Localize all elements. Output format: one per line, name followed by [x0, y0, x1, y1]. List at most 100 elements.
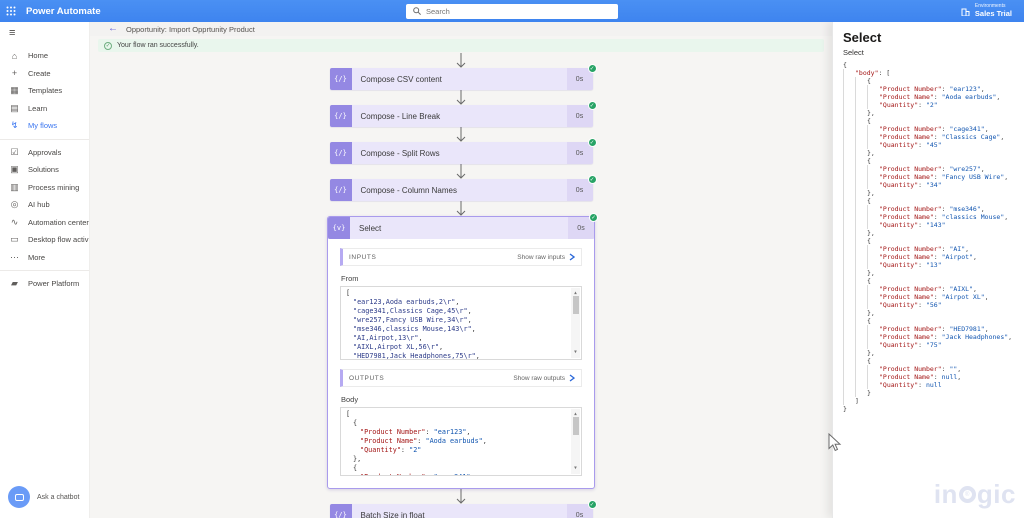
ask-chatbot-button[interactable]: Ask a chatbot — [8, 486, 79, 508]
sidebar-item-desktop-flow-activity[interactable]: ▭ Desktop flow activity — [0, 231, 89, 249]
inogic-watermark: in®gic — [934, 479, 1016, 510]
select-action-header[interactable]: {v} Select 0s ✓ — [328, 217, 594, 239]
flow-connector-arrow-icon — [455, 53, 467, 68]
sidebar-item-label: Create — [28, 69, 51, 78]
environment-icon — [961, 7, 970, 16]
select-action-icon: {v} — [328, 217, 350, 239]
process-mining-icon: ▥ — [9, 182, 20, 193]
sidebar-item-label: Templates — [28, 86, 62, 95]
flow-node-batch-size-in-float[interactable]: {/}Batch Size in float0s✓ — [330, 504, 593, 518]
sidebar-item-ai-hub[interactable]: ◎ AI hub — [0, 196, 89, 214]
flow-diagram: {/}Compose CSV content0s✓{/}Compose - Li… — [90, 53, 832, 518]
sidebar-item-label: Desktop flow activity — [28, 235, 89, 244]
body-field-label: Body — [341, 395, 582, 404]
flow-node-title: Compose - Split Rows — [352, 142, 567, 164]
select-action-card[interactable]: {v} Select 0s ✓ INPUTS Show raw inputs — [327, 216, 595, 489]
flow-connector-arrow-icon — [455, 90, 467, 105]
flow-header: ← Opportunity: Import Opprtunity Product — [90, 22, 832, 36]
sidebar-item-more[interactable]: ⋯More — [0, 249, 89, 267]
chatbot-label: Ask a chatbot — [37, 494, 79, 501]
flow-node-compose-csv-content[interactable]: {/}Compose CSV content0s✓ — [330, 68, 593, 90]
success-badge-icon: ✓ — [589, 213, 598, 222]
power-automate-app: { "topbar": { "app_title": "Power Automa… — [0, 0, 1024, 518]
sidebar-item-label: Process mining — [28, 183, 79, 192]
inputs-section-header: INPUTS Show raw inputs — [340, 248, 582, 266]
chevron-right-icon — [569, 253, 575, 261]
flow-node-compose-column-names[interactable]: {/}Compose - Column Names0s✓ — [330, 179, 593, 201]
sidebar-item-learn[interactable]: ▤ Learn — [0, 100, 89, 118]
search-input[interactable]: Search — [406, 4, 618, 19]
outputs-scrollbar[interactable]: ▲▼ — [571, 409, 580, 474]
success-badge-icon: ✓ — [588, 175, 597, 184]
sidebar-item-my-flows[interactable]: ↯ My flows — [0, 117, 89, 135]
sidebar-item-templates[interactable]: ▦ Templates — [0, 82, 89, 100]
success-badge-icon: ✓ — [588, 500, 597, 509]
success-badge-icon: ✓ — [588, 138, 597, 147]
panel-sublabel: Select — [843, 48, 1024, 57]
back-arrow-icon[interactable]: ← — [108, 24, 118, 34]
flow-node-compose-line-break[interactable]: {/}Compose - Line Break0s✓ — [330, 105, 593, 127]
success-banner-text: Your flow ran successfully. — [117, 42, 199, 49]
flow-node-title: Batch Size in float — [352, 504, 567, 518]
flow-connector-arrow-icon — [455, 127, 467, 142]
flow-node-compose-split-rows[interactable]: {/}Compose - Split Rows0s✓ — [330, 142, 593, 164]
flow-connector-arrow-icon — [455, 201, 467, 216]
flow-canvas: ← Opportunity: Import Opprtunity Product… — [90, 22, 832, 518]
from-field-label: From — [341, 274, 582, 283]
left-sidebar: ≡ ⌂Home + Create ▦ Templates ▤ Learn ↯ My flows ☑… — [0, 22, 90, 518]
success-check-icon: ✓ — [104, 42, 112, 50]
outputs-label: OUTPUTS — [349, 375, 384, 382]
show-raw-outputs-link[interactable]: Show raw outputs — [513, 374, 575, 382]
sidebar-item-automation-center-previe[interactable]: ∿Automation center (previe... — [0, 214, 89, 232]
sidebar-item-label: My flows — [28, 121, 57, 130]
sidebar-item-solutions[interactable]: ▣Solutions — [0, 161, 89, 179]
flow-node-title: Compose - Line Break — [352, 105, 567, 127]
sidebar-item-label: Power Platform — [28, 279, 79, 288]
environment-picker[interactable]: Environments Sales Trial — [961, 4, 1024, 18]
inputs-label: INPUTS — [349, 254, 376, 261]
select-action-title: Select — [350, 217, 568, 239]
outputs-code-box[interactable]: [{"Product Number": "ear123","Product Na… — [340, 407, 582, 476]
flow-connector-arrow-icon — [455, 164, 467, 179]
compose-icon: {/} — [330, 179, 352, 201]
create-icon: + — [9, 68, 20, 78]
ai-hub-icon: ◎ — [9, 199, 20, 210]
desktop-flow-icon: ▭ — [9, 234, 20, 245]
sidebar-item-create[interactable]: + Create — [0, 65, 89, 83]
sidebar-item-label: AI hub — [28, 200, 50, 209]
templates-icon: ▦ — [9, 85, 20, 96]
search-icon — [413, 7, 421, 15]
flow-title: Opportunity: Import Opprtunity Product — [126, 25, 255, 34]
compose-icon: {/} — [330, 105, 352, 127]
compose-icon: {/} — [330, 142, 352, 164]
power-platform-icon: ▰ — [9, 278, 20, 289]
search-placeholder: Search — [426, 7, 450, 16]
sidebar-item-label: Learn — [28, 104, 47, 113]
my-flows-icon: ↯ — [9, 120, 20, 131]
sidebar-item-home[interactable]: ⌂Home — [0, 47, 89, 65]
learn-icon: ▤ — [9, 103, 20, 114]
environment-label: Environments — [975, 4, 1012, 10]
sidebar-item-process-mining[interactable]: ▥ Process mining — [0, 179, 89, 197]
sidebar-item-approvals[interactable]: ☑ Approvals — [0, 144, 89, 162]
sidebar-item-label: More — [28, 253, 45, 262]
outputs-section-header: OUTPUTS Show raw outputs — [340, 369, 582, 387]
inputs-code-box[interactable]: ["ear123,Aoda earbuds,2\r","cage341,Clas… — [340, 286, 582, 360]
flow-connector-arrow-icon — [455, 489, 467, 504]
sidebar-item-power-platform[interactable]: ▰ Power Platform — [0, 275, 89, 293]
sidebar-item-label: Approvals — [28, 148, 61, 157]
flow-node-title: Compose CSV content — [352, 68, 567, 90]
chevron-right-icon — [569, 374, 575, 382]
chatbot-icon — [8, 486, 30, 508]
flow-node-title: Compose - Column Names — [352, 179, 567, 201]
home-icon: ⌂ — [9, 51, 20, 61]
waffle-menu-icon[interactable] — [0, 0, 22, 22]
show-raw-inputs-link[interactable]: Show raw inputs — [517, 253, 575, 261]
top-bar: Power Automate Search Environments Sales… — [0, 0, 1024, 22]
inputs-scrollbar[interactable]: ▲▼ — [571, 288, 580, 358]
success-badge-icon: ✓ — [588, 64, 597, 73]
success-banner: ✓ Your flow ran successfully. — [98, 39, 824, 52]
approvals-icon: ☑ — [9, 147, 20, 158]
app-title: Power Automate — [26, 6, 101, 17]
hamburger-menu-icon[interactable]: ≡ — [9, 27, 89, 39]
